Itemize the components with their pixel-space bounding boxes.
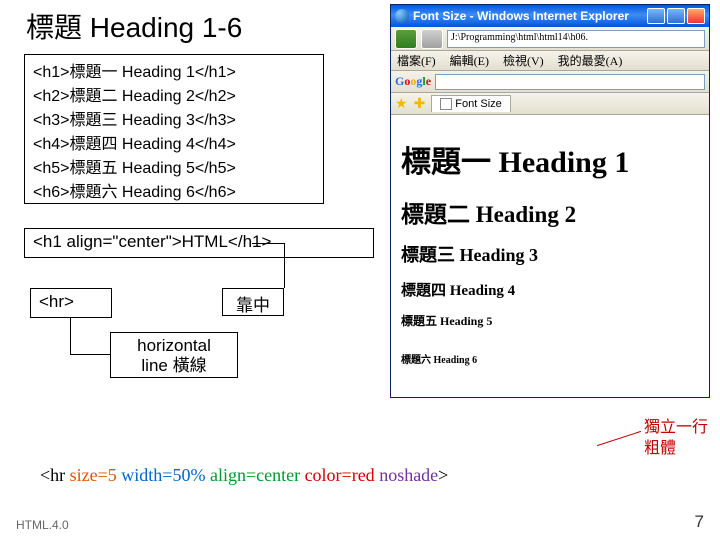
code-line: <h5>標題五 Heading 5</h5> — [33, 157, 315, 181]
menu-favorites[interactable]: 我的最愛(A) — [558, 52, 623, 69]
menu-edit[interactable]: 編輯(E) — [450, 52, 489, 69]
connector-line — [70, 354, 110, 355]
window-buttons — [647, 8, 705, 24]
close-button[interactable] — [687, 8, 705, 24]
ie-nav-toolbar: J:\Programming\html\html14\h06. — [391, 27, 709, 51]
ie-logo-icon — [395, 9, 409, 23]
code-line: <h1>標題一 Heading 1</h1> — [33, 61, 315, 85]
ie-titlebar: Font Size - Windows Internet Explorer — [391, 5, 709, 27]
minimize-button[interactable] — [647, 8, 665, 24]
address-bar[interactable]: J:\Programming\html\html14\h06. — [447, 30, 705, 48]
favorites-star-icon[interactable]: ★ — [395, 95, 408, 112]
google-logo-icon: Google — [395, 74, 431, 89]
back-button[interactable] — [395, 29, 417, 49]
code-line: <h2>標題二 Heading 2</h2> — [33, 85, 315, 109]
attr-size: size=5 — [70, 465, 117, 485]
annot-line1: 獨立一行 — [644, 419, 708, 436]
menu-view[interactable]: 檢視(V) — [503, 52, 544, 69]
connector-line — [284, 243, 285, 288]
page-number: 7 — [695, 512, 704, 532]
rendered-h3: 標題三 Heading 3 — [401, 241, 699, 267]
attr-align: align=center — [205, 465, 300, 485]
rendered-h1: 標題一 Heading 1 — [401, 137, 699, 181]
hr-attributes-example: <hr size=5 width=50% align=center color=… — [40, 465, 448, 486]
attr-noshade: noshade — [375, 465, 438, 485]
hr-close: > — [438, 465, 448, 485]
google-search-input[interactable] — [435, 74, 705, 90]
ie-menubar: 檔案(F) 編輯(E) 檢視(V) 我的最愛(A) — [391, 51, 709, 71]
connector-line — [252, 243, 284, 244]
code-line: <h4>標題四 Heading 4</h4> — [33, 133, 315, 157]
hr-tag: <hr> — [30, 288, 112, 318]
google-toolbar: Google — [391, 71, 709, 93]
ie-window: Font Size - Windows Internet Explorer J:… — [390, 4, 710, 398]
annotation-connector — [597, 431, 641, 446]
rendered-h5: 標題五 Heading 5 — [401, 312, 699, 329]
align-label: 靠中 — [222, 288, 284, 316]
window-title: Font Size - Windows Internet Explorer — [413, 9, 629, 23]
ie-page-content: 標題一 Heading 1 標題二 Heading 2 標題三 Heading … — [391, 115, 709, 397]
hr-explain-l2: line 橫線 — [141, 356, 206, 375]
page-icon — [440, 98, 452, 110]
rendered-h2: 標題二 Heading 2 — [401, 195, 699, 229]
align-example: <h1 align="center">HTML</h1> — [24, 228, 374, 258]
hr-explain-l1: horizontal — [137, 336, 211, 355]
browser-tab[interactable]: Font Size — [431, 95, 510, 112]
footer-left: HTML.4.0 — [16, 518, 69, 532]
menu-file[interactable]: 檔案(F) — [397, 52, 436, 69]
add-favorites-icon[interactable]: ✚ — [414, 95, 426, 112]
code-line: <h3>標題三 Heading 3</h3> — [33, 109, 315, 133]
forward-button[interactable] — [421, 29, 443, 49]
annot-line2: 粗體 — [644, 440, 676, 457]
hr-open: <hr — [40, 465, 70, 485]
tab-label: Font Size — [455, 98, 501, 110]
hr-explain: horizontal line 橫線 — [110, 332, 238, 378]
connector-line — [70, 318, 71, 354]
attr-width: width=50% — [117, 465, 206, 485]
code-line: <h6>標題六 Heading 6</h6> — [33, 181, 315, 205]
rendered-h4: 標題四 Heading 4 — [401, 279, 699, 300]
maximize-button[interactable] — [667, 8, 685, 24]
attr-color: color=red — [300, 465, 375, 485]
ie-tabbar: ★ ✚ Font Size — [391, 93, 709, 115]
heading-code-block: <h1>標題一 Heading 1</h1> <h2>標題二 Heading 2… — [24, 54, 324, 204]
annotation-standalone-bold: 獨立一行 粗體 — [638, 414, 718, 464]
rendered-h6: 標題六 Heading 6 — [401, 351, 477, 366]
slide-title: 標題 Heading 1-6 — [26, 6, 242, 46]
